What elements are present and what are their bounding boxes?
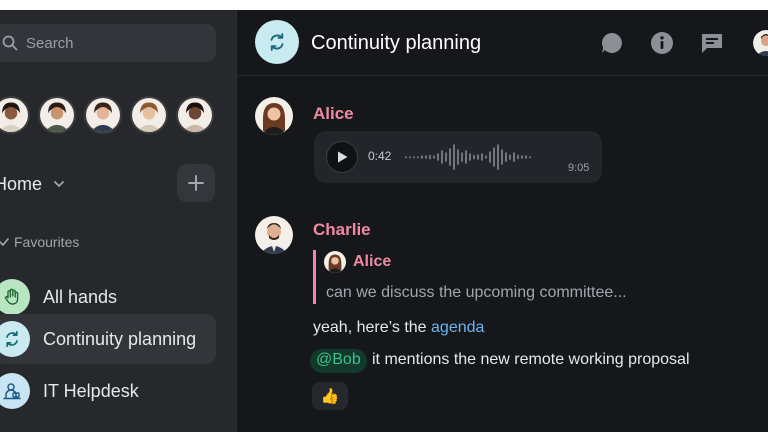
reply-sender: Alice — [353, 253, 392, 270]
helpdesk-icon — [0, 373, 30, 409]
avatar[interactable] — [0, 96, 30, 134]
room-label: Continuity planning — [43, 328, 197, 349]
space-label: Home — [0, 173, 43, 194]
user-mention-pill[interactable]: @Bob — [310, 349, 367, 373]
chat-app: Search Home Favourites All hands Continu… — [0, 10, 768, 432]
favourites-heading[interactable]: Favourites — [0, 234, 79, 250]
plus-icon — [188, 175, 204, 191]
voice-position: 0:42 — [368, 149, 392, 163]
chat-icon[interactable] — [699, 30, 725, 56]
chevron-down-icon — [52, 177, 66, 191]
play-button[interactable] — [326, 141, 358, 173]
avatar[interactable] — [255, 97, 293, 135]
favourites-label: Favourites — [14, 234, 80, 250]
add-room-button[interactable] — [177, 164, 215, 202]
user-avatar[interactable] — [753, 30, 768, 56]
message-body: yeah, here’s the agenda — [313, 319, 484, 337]
search-placeholder: Search — [26, 34, 74, 52]
avatar — [324, 251, 346, 273]
sidebar: Search Home Favourites All hands Continu… — [0, 10, 236, 432]
agenda-link[interactable]: agenda — [431, 319, 484, 336]
room-header: Continuity planning — [237, 10, 768, 76]
raised-hand-icon — [0, 279, 30, 315]
people-avatars — [0, 96, 214, 134]
voice-duration: 9:05 — [568, 162, 590, 174]
room-label: IT Helpdesk — [43, 380, 139, 401]
avatar[interactable] — [130, 96, 168, 134]
reply-quote[interactable]: Alice can we discuss the upcoming commit… — [313, 250, 693, 304]
reply-text: can we discuss the upcoming committee... — [326, 284, 627, 301]
page-title: Continuity planning — [311, 32, 482, 54]
avatar[interactable] — [84, 96, 122, 134]
search-icon — [2, 35, 18, 51]
avatar[interactable] — [255, 216, 293, 254]
message-text: it mentions the new remote working propo… — [372, 351, 690, 368]
sync-arrows-icon — [0, 321, 30, 357]
search-input[interactable]: Search — [0, 24, 216, 62]
avatar[interactable] — [176, 96, 214, 134]
avatar[interactable] — [38, 96, 76, 134]
chevron-icon — [0, 238, 9, 246]
message-sender[interactable]: Charlie — [313, 220, 371, 240]
room-timeline: Continuity planning Alice 0:42 9:05 Char… — [236, 10, 768, 432]
message-sender[interactable]: Alice — [313, 104, 354, 124]
room-label: All hands — [43, 286, 118, 307]
message-text: yeah, here’s the — [313, 319, 432, 336]
reaction-thumbs-up[interactable]: 👍 — [312, 382, 348, 410]
room-avatar[interactable] — [255, 20, 299, 64]
voice-message: 0:42 9:05 — [314, 131, 602, 183]
top-edge — [0, 0, 768, 10]
threads-icon[interactable] — [599, 30, 625, 56]
sync-arrows-icon — [270, 33, 284, 51]
room-it-helpdesk[interactable]: IT Helpdesk — [0, 366, 216, 416]
play-icon — [338, 151, 348, 163]
waveform[interactable] — [404, 141, 564, 173]
room-continuity-planning[interactable]: Continuity planning — [0, 314, 216, 364]
info-icon[interactable] — [649, 30, 675, 56]
